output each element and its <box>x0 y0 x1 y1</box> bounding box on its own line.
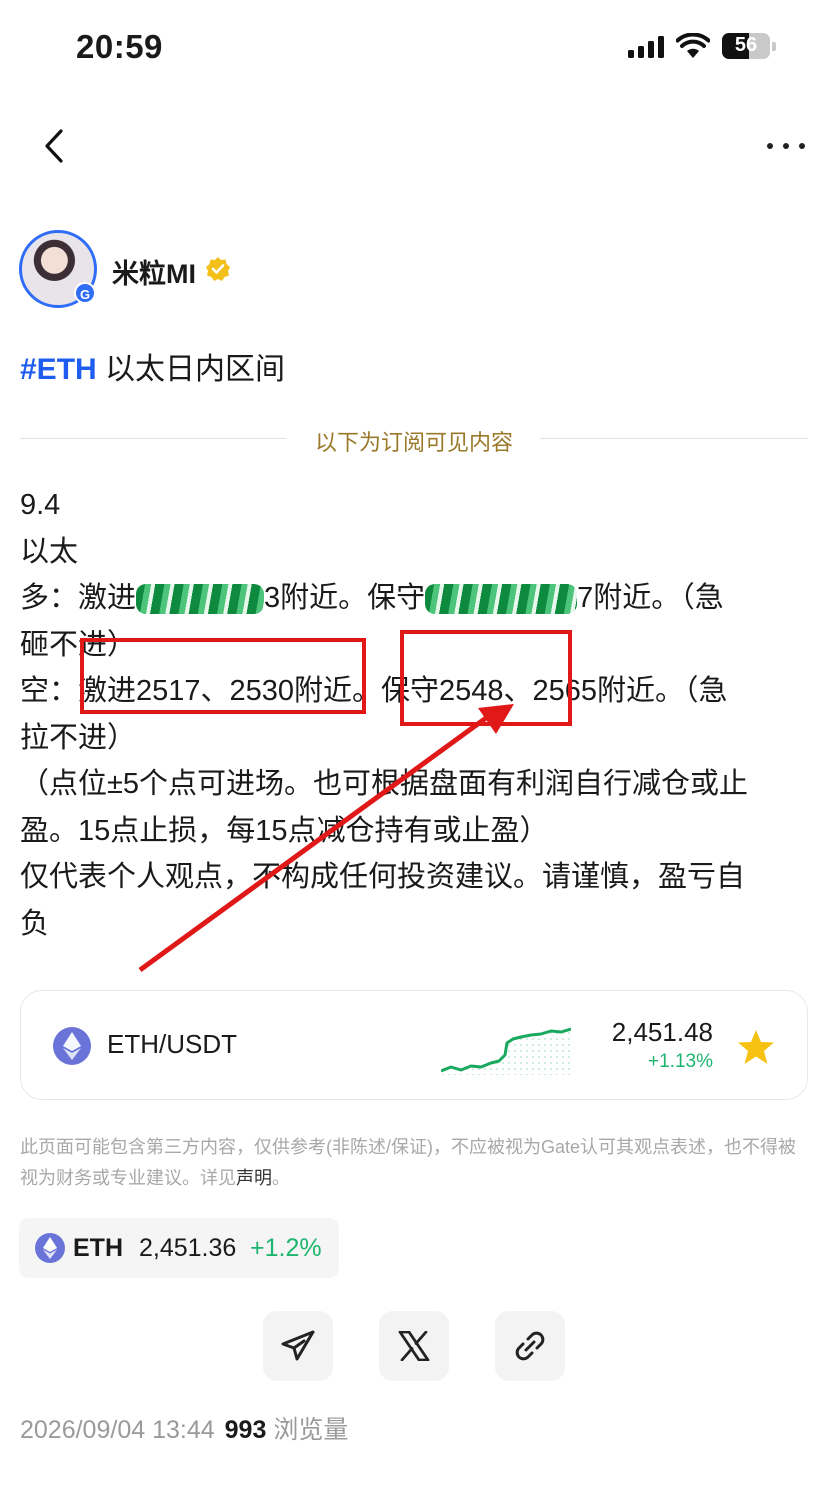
status-bar: 20:59 56 <box>0 0 828 96</box>
ticker-symbol: ETH <box>73 1234 123 1262</box>
statement-link[interactable]: 声明 <box>236 1168 272 1188</box>
cellular-signal-icon <box>628 36 666 58</box>
more-horizontal-icon <box>767 143 805 149</box>
post-title-text: 以太日内区间 <box>96 353 286 386</box>
back-button[interactable] <box>34 124 74 168</box>
ethereum-logo-icon <box>53 1027 91 1065</box>
subscriber-divider-label: 以下为订阅可见内容 <box>314 430 513 455</box>
third-party-disclaimer: 此页面可能包含第三方内容，仅供参考(非陈述/保证)，不应被视为Gate认可其观点… <box>20 1132 810 1194</box>
post-long-line: 多：激进 3附近。保守 7附近。（急 <box>20 575 810 622</box>
battery-icon: 56 <box>722 33 770 59</box>
post-note-2: 盈。15点止损，每15点减仓持有或止盈） <box>20 814 549 847</box>
price-sparkline <box>441 1027 571 1075</box>
long-mid: 3附近。保守 <box>264 582 426 614</box>
pair-price: 2,451.48 <box>611 1017 713 1047</box>
x-logo-icon <box>398 1331 430 1361</box>
battery-level: 56 <box>734 34 758 56</box>
long-tail: 7附近。（急 <box>577 582 724 614</box>
status-time: 20:59 <box>76 28 163 65</box>
redacted-scribble <box>425 584 578 615</box>
post-datetime: 2026/09/04 13:44 <box>20 1416 215 1444</box>
ethereum-logo-icon <box>35 1233 65 1263</box>
wifi-icon <box>676 33 710 58</box>
ticker-price: 2,451.36 <box>139 1234 237 1262</box>
post-note-1: （点位±5个点可进场。也可根据盘面有利润自行减仓或止 <box>20 768 749 800</box>
post-disclaim-2: 负 <box>20 907 50 940</box>
send-icon <box>281 1330 315 1361</box>
post-date-line: 9.4 <box>20 489 61 521</box>
share-x-button[interactable] <box>379 1311 449 1381</box>
long-prefix: 多：激进 <box>20 582 137 614</box>
copy-link-button[interactable] <box>495 1311 565 1381</box>
post-title: #ETH 以太日内区间 <box>20 344 285 388</box>
link-icon <box>515 1331 545 1361</box>
more-button[interactable] <box>758 126 814 166</box>
redacted-scribble <box>136 584 265 615</box>
hashtag-link[interactable]: #ETH <box>20 353 97 386</box>
post-meta: 2026/09/04 13:44 993 浏览量 <box>20 1410 348 1446</box>
view-count-label: 浏览量 <box>273 1416 349 1444</box>
view-count: 993 <box>224 1416 267 1444</box>
annotation-box-aggressive <box>80 638 366 714</box>
star-icon[interactable] <box>737 1029 775 1065</box>
author-name[interactable]: 米粒MI <box>112 252 196 291</box>
avatar-badge: G <box>74 282 96 304</box>
ticker-change: +1.2% <box>250 1234 322 1262</box>
pair-change: +1.13% <box>648 1051 713 1072</box>
disclaimer-text: 此页面可能包含第三方内容，仅供参考(非陈述/保证)，不应被视为Gate认可其观点… <box>20 1137 797 1188</box>
market-card[interactable]: ETH/USDT 2,451.48 +1.13% <box>20 990 808 1100</box>
chevron-left-icon <box>45 129 63 163</box>
annotation-box-conservative <box>400 630 572 726</box>
post-disclaim-1: 仅代表个人观点，不构成任何投资建议。请谨慎，盈亏自 <box>20 861 746 893</box>
share-telegram-button[interactable] <box>263 1311 333 1381</box>
post-coin-line: 以太 <box>20 535 79 568</box>
ticker-chip[interactable]: ETH 2,451.36 +1.2% <box>19 1218 339 1278</box>
disclaimer-end: 。 <box>272 1168 290 1188</box>
verified-badge-icon <box>206 257 230 281</box>
pair-label: ETH/USDT <box>107 1029 237 1059</box>
